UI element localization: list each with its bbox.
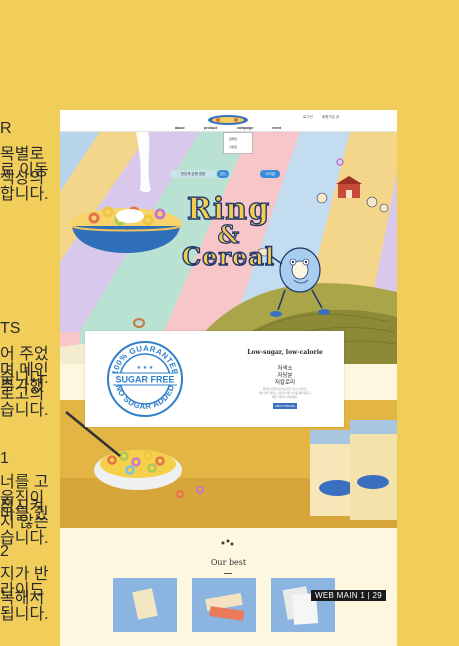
cereal-ring-icon: [133, 318, 145, 328]
nav-item-about[interactable]: about: [175, 126, 185, 130]
annotation-heading: TS: [0, 320, 21, 337]
seal-star-icon: ★ ★ ★: [137, 365, 154, 371]
sugar-free-popup: 100% GUARANTEE NO SUGAR ADDED SUGAR FREE…: [85, 331, 344, 427]
decorative-dots-icon: [221, 539, 234, 546]
hero-title-cereal: Cereal: [181, 241, 275, 271]
hero-banner: 맛있게 균형 영양 있는 시리얼 Ring & Cereal: [60, 132, 397, 364]
login-link[interactable]: 로그인: [303, 115, 313, 120]
best-product-card[interactable]: [271, 578, 335, 632]
sugar-free-headline: Low-sugar, low-calorie: [247, 349, 323, 356]
annotation-text: 로 이동합니다.: [0, 162, 49, 203]
sugar-free-feature: 저칼로리: [274, 380, 296, 386]
campaign-dropdown-menu: 캠페인 이벤트: [223, 132, 253, 154]
svg-text:NO SUGAR ADDED: NO SUGAR ADDED: [114, 383, 177, 411]
dropdown-item[interactable]: 캠페인: [229, 137, 237, 141]
seal-center-text: SUGAR FREE: [115, 375, 174, 385]
brand-logo-icon[interactable]: [206, 113, 250, 127]
best-section-divider: [224, 573, 232, 574]
seal-bottom-text: NO SUGAR ADDED: [114, 383, 176, 411]
sugar-free-body: 매일 가볍게 시작하세요.: [271, 396, 299, 399]
best-product-card[interactable]: [192, 578, 256, 632]
top-nav: 로그인 회원가입 장 about product campaign event: [60, 110, 397, 132]
annotation-text: 라이드 됩니다.: [0, 582, 49, 623]
product-image: [271, 578, 335, 632]
dropdown-item[interactable]: 이벤트: [229, 145, 237, 149]
annotation-heading: 2: [0, 543, 9, 560]
nav-item-event[interactable]: event: [272, 126, 281, 130]
hero-tag-highlight: 있는: [217, 170, 229, 178]
nav-item-product[interactable]: product: [204, 126, 217, 130]
annotation-text: 마를 줬습니다.: [0, 506, 49, 547]
annotation-heading: 1: [0, 450, 9, 467]
signup-link[interactable]: 회원가입: [322, 115, 335, 120]
hero-tag-balance: 맛있게 균형 영양: [170, 170, 216, 178]
annotation-text: 추가했습니다.: [0, 378, 49, 419]
nav-item-campaign[interactable]: campaign: [237, 126, 253, 130]
annotation-heading: R: [0, 120, 12, 137]
sugar-free-seal: 100% GUARANTEE NO SUGAR ADDED SUGAR FREE…: [107, 341, 183, 417]
best-product-card[interactable]: [113, 578, 177, 632]
best-section-title: Our best: [210, 558, 247, 567]
cart-link[interactable]: 장: [336, 115, 339, 120]
product-image: [113, 578, 177, 632]
page-caption: WEB MAIN 1 | 29: [311, 590, 387, 601]
hero-tag-cereal: 시리얼: [260, 170, 280, 178]
about-brand-button[interactable]: ABOUT BRAND: [273, 403, 297, 409]
product-image: [192, 578, 256, 632]
